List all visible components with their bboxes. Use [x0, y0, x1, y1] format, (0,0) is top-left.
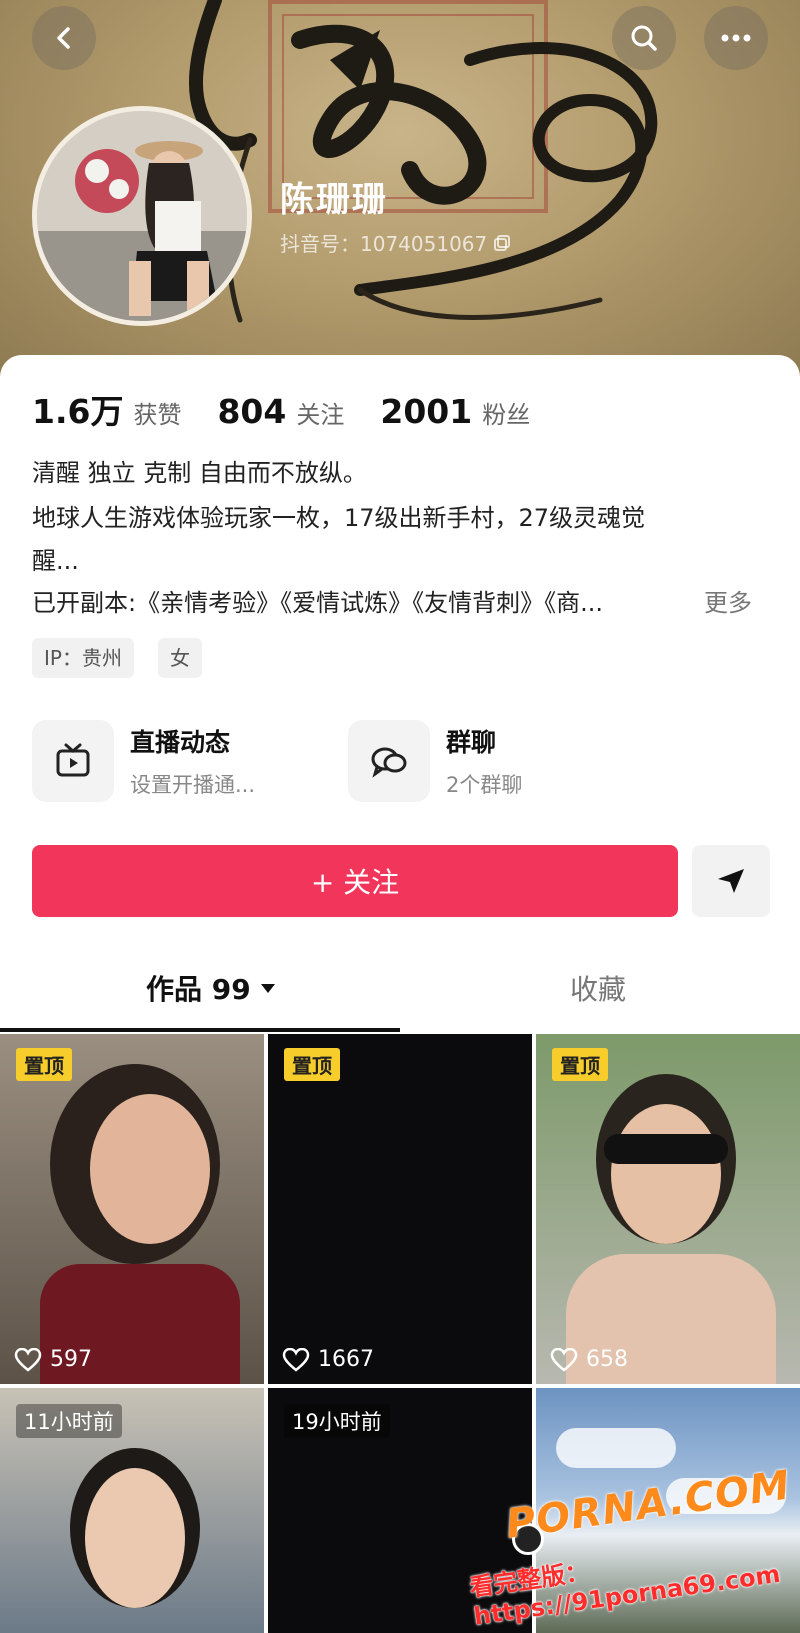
heart-icon	[14, 1347, 42, 1372]
search-button[interactable]	[612, 6, 676, 70]
chevron-left-icon	[57, 27, 70, 49]
like-count-text: 1667	[318, 1347, 374, 1372]
profile-name: 陈珊珊	[280, 180, 388, 220]
video-thumbnail-face	[85, 1468, 185, 1608]
like-count-text: 597	[50, 1347, 92, 1372]
group-chat-icon-box	[348, 720, 430, 802]
video-tile-2[interactable]: 置顶 1667	[268, 1034, 532, 1384]
tab-works[interactable]: 作品 99	[146, 968, 277, 1008]
tab-works-label: 作品 99	[146, 973, 251, 1006]
followers-label[interactable]: 粉丝	[482, 395, 530, 430]
douyin-id-text: 抖音号：1074051067	[280, 232, 488, 256]
video-thumbnail-face	[90, 1094, 210, 1244]
live-activity-entry[interactable]: 直播动态 设置开播通...	[32, 720, 255, 802]
likes-count: 1.6万	[32, 392, 124, 431]
like-count: 597	[14, 1347, 92, 1372]
likes-label: 获赞	[133, 401, 182, 429]
bio-line-2: 地球人生游戏体验玩家一枚，17级出新手村，27级灵魂觉	[32, 504, 646, 532]
followers-count[interactable]: 2001	[380, 392, 472, 431]
search-icon	[631, 25, 657, 51]
live-icon-box	[32, 720, 114, 802]
video-thumbnail-cloud	[556, 1428, 676, 1468]
bio-line-3: 醒...	[32, 547, 79, 575]
douyin-id[interactable]: 抖音号：1074051067	[280, 228, 511, 257]
group-chat-entry[interactable]: 群聊 2个群聊	[348, 720, 522, 802]
live-activity-title: 直播动态	[130, 728, 231, 757]
video-tile-1[interactable]: 置顶 597	[0, 1034, 264, 1384]
time-badge: 19小时前	[284, 1404, 390, 1438]
share-button[interactable]	[692, 845, 770, 917]
bio-line-1: 清醒 独立 克制 自由而不放纵。	[32, 459, 367, 487]
ip-location-tag: IP：贵州	[32, 638, 134, 678]
stats-row: 1.6万 获赞 804 关注 2001 粉丝	[32, 385, 566, 433]
bio-line-4: 已开副本:《亲情考验》《爱情试炼》《友情背刺》《商...	[32, 589, 603, 617]
send-icon	[718, 869, 744, 893]
gender-tag: 女	[158, 638, 202, 678]
back-button[interactable]	[32, 6, 96, 70]
avatar[interactable]	[32, 106, 252, 326]
more-icon	[721, 34, 751, 42]
group-chat-title: 群聊	[446, 728, 497, 757]
follow-button[interactable]: + 关注	[32, 845, 678, 917]
live-activity-subtitle: 设置开播通...	[130, 773, 256, 797]
chat-bubbles-icon	[371, 747, 407, 778]
time-badge: 11小时前	[16, 1404, 122, 1438]
like-count: 1667	[282, 1347, 374, 1372]
tv-icon	[56, 743, 90, 777]
copy-icon[interactable]	[493, 234, 511, 252]
group-chat-subtitle: 2个群聊	[446, 773, 523, 797]
video-tile-4[interactable]: 11小时前	[0, 1388, 264, 1633]
avatar-photo	[37, 111, 247, 321]
pinned-badge: 置顶	[16, 1048, 72, 1081]
more-button[interactable]	[704, 6, 768, 70]
following-count[interactable]: 804	[217, 392, 286, 431]
pinned-badge: 置顶	[284, 1048, 340, 1081]
video-thumbnail-sunglasses	[604, 1134, 728, 1164]
follow-button-label: + 关注	[310, 866, 400, 899]
tab-favorites[interactable]: 收藏	[570, 968, 626, 1008]
pinned-badge: 置顶	[552, 1048, 608, 1081]
dropdown-triangle-icon	[260, 984, 275, 993]
video-thumbnail-face	[611, 1104, 721, 1244]
like-count: 658	[550, 1347, 628, 1372]
bio-more-link[interactable]: 更多	[704, 582, 774, 624]
following-label[interactable]: 关注	[296, 395, 344, 430]
heart-icon	[550, 1347, 578, 1372]
heart-icon	[282, 1347, 310, 1372]
like-count-text: 658	[586, 1347, 628, 1372]
video-tile-3[interactable]: 置顶 658	[536, 1034, 800, 1384]
tab-underline	[0, 1028, 400, 1032]
